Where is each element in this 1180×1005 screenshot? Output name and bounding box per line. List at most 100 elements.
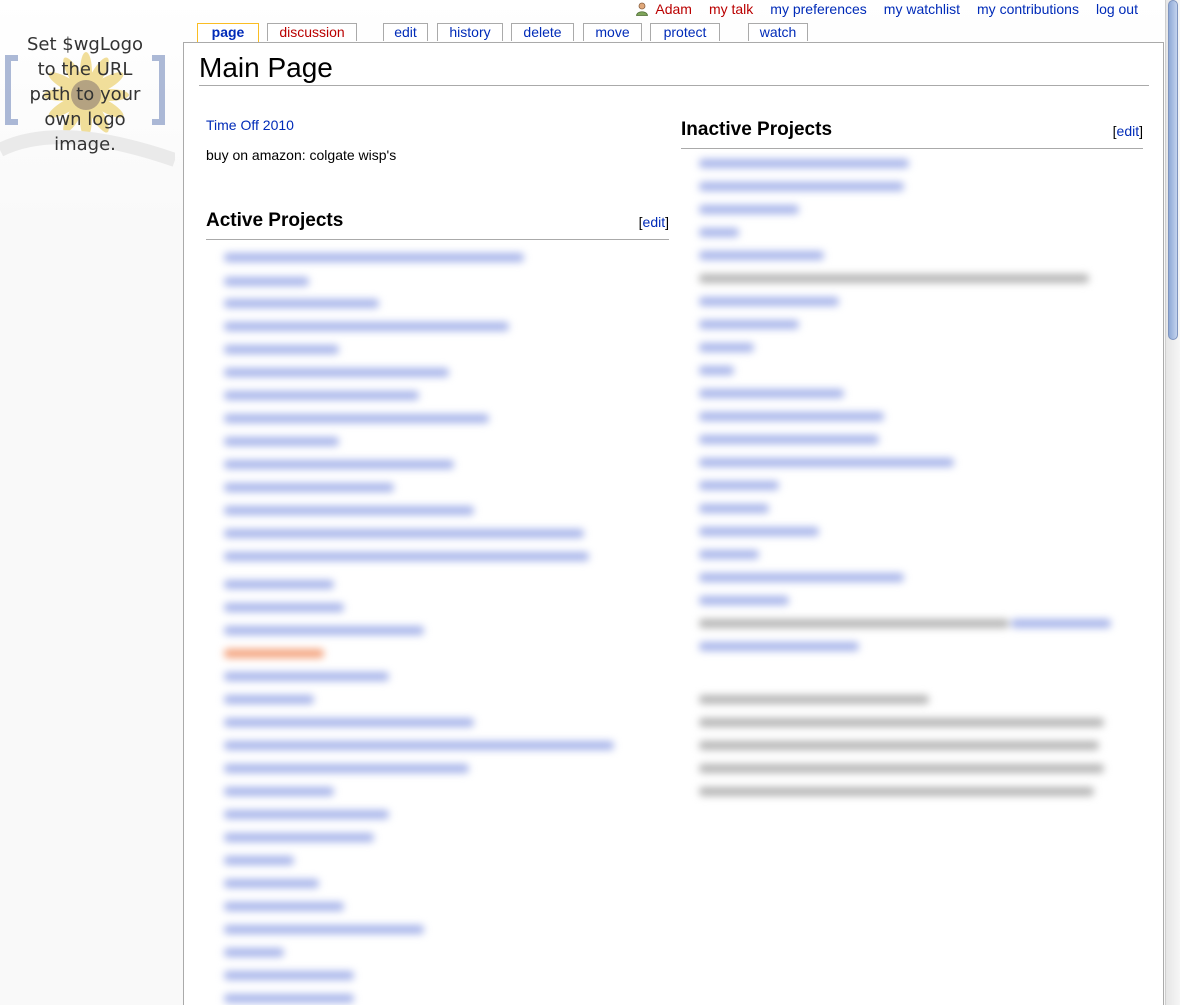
list-item bbox=[224, 833, 374, 842]
list-item bbox=[224, 437, 339, 446]
list-item bbox=[224, 787, 334, 796]
list-item bbox=[224, 649, 324, 658]
inactive-projects-edit-link[interactable]: edit bbox=[1117, 123, 1140, 139]
list-item bbox=[224, 695, 314, 704]
my-contributions-link[interactable]: my contributions bbox=[977, 1, 1079, 17]
list-item bbox=[699, 481, 779, 490]
inactive-projects-heading: Inactive Projects [edit] bbox=[681, 119, 1143, 141]
list-item bbox=[699, 205, 799, 214]
list-item bbox=[699, 787, 1094, 796]
list-item bbox=[699, 458, 954, 467]
inactive-projects-list-blurred bbox=[681, 151, 1143, 811]
list-item bbox=[224, 414, 489, 423]
list-item bbox=[224, 345, 339, 354]
list-item bbox=[224, 368, 449, 377]
tab-protect[interactable]: protect bbox=[650, 23, 720, 41]
page-title: Main Page bbox=[199, 53, 1149, 86]
list-item bbox=[224, 253, 524, 262]
list-item bbox=[699, 389, 844, 398]
list-item bbox=[699, 764, 1104, 773]
list-item bbox=[699, 619, 1009, 628]
list-item bbox=[699, 550, 759, 559]
note-text: buy on amazon: colgate wisp's bbox=[206, 147, 397, 163]
tab-history[interactable]: history bbox=[437, 23, 503, 41]
list-item bbox=[224, 322, 509, 331]
tab-move[interactable]: move bbox=[583, 23, 642, 41]
list-item bbox=[699, 642, 859, 651]
log-out-link[interactable]: log out bbox=[1096, 1, 1138, 17]
personal-tools: Adam my talk my preferences my watchlist… bbox=[635, 0, 1138, 18]
list-item bbox=[224, 902, 344, 911]
active-projects-heading-text: Active Projects bbox=[206, 210, 344, 231]
list-item bbox=[699, 320, 799, 329]
list-item bbox=[224, 764, 469, 773]
list-item bbox=[224, 552, 589, 561]
list-item bbox=[699, 527, 819, 536]
vertical-scrollbar[interactable] bbox=[1165, 0, 1180, 1005]
my-preferences-link[interactable]: my preferences bbox=[770, 1, 866, 17]
list-item bbox=[224, 879, 319, 888]
active-projects-list-blurred bbox=[206, 245, 669, 1005]
list-item bbox=[699, 251, 824, 260]
active-projects-rule bbox=[206, 239, 669, 240]
list-item bbox=[699, 297, 839, 306]
list-item bbox=[699, 274, 1089, 283]
logo-placeholder-text: Set $wgLogo to the URL path to your own … bbox=[26, 34, 144, 155]
tab-discussion[interactable]: discussion bbox=[267, 23, 357, 41]
list-item bbox=[699, 504, 769, 513]
tab-edit[interactable]: edit bbox=[383, 23, 428, 41]
wiki-page: Set $wgLogo to the URL path to your own … bbox=[0, 0, 1180, 1005]
time-off-link[interactable]: Time Off 2010 bbox=[206, 117, 294, 133]
list-item bbox=[224, 529, 584, 538]
list-item bbox=[1011, 619, 1111, 628]
list-item bbox=[699, 228, 739, 237]
inactive-projects-rule bbox=[681, 148, 1143, 149]
list-item bbox=[699, 343, 754, 352]
user-icon bbox=[635, 2, 649, 16]
content-area: Main Page Time Off 2010 buy on amazon: c… bbox=[183, 42, 1164, 1005]
list-item bbox=[699, 366, 734, 375]
active-projects-edit: [edit] bbox=[639, 214, 669, 230]
list-item bbox=[224, 718, 474, 727]
list-item bbox=[224, 299, 379, 308]
list-item bbox=[699, 435, 879, 444]
list-item bbox=[699, 596, 789, 605]
list-item bbox=[224, 672, 389, 681]
inactive-projects-edit: [edit] bbox=[1113, 123, 1143, 139]
edit-bracket-close: ] bbox=[1139, 123, 1143, 139]
tab-watch[interactable]: watch bbox=[748, 23, 808, 41]
list-item bbox=[699, 695, 929, 704]
user-page-link[interactable]: Adam bbox=[655, 1, 692, 17]
list-item bbox=[224, 603, 344, 612]
tab-delete[interactable]: delete bbox=[511, 23, 574, 41]
list-item bbox=[224, 856, 294, 865]
list-item bbox=[699, 718, 1104, 727]
list-item bbox=[699, 182, 904, 191]
list-item bbox=[699, 412, 884, 421]
list-item bbox=[224, 994, 354, 1003]
list-item bbox=[224, 810, 389, 819]
list-item bbox=[224, 925, 424, 934]
tab-page[interactable]: page bbox=[197, 23, 259, 43]
list-item bbox=[699, 159, 909, 168]
site-logo[interactable]: Set $wgLogo to the URL path to your own … bbox=[0, 0, 175, 175]
my-talk-link[interactable]: my talk bbox=[709, 1, 753, 17]
list-item bbox=[224, 626, 424, 635]
list-item bbox=[224, 277, 309, 286]
my-watchlist-link[interactable]: my watchlist bbox=[884, 1, 960, 17]
list-item bbox=[224, 971, 354, 980]
list-item bbox=[224, 506, 474, 515]
edit-bracket-close: ] bbox=[665, 214, 669, 230]
scrollbar-thumb[interactable] bbox=[1168, 0, 1178, 340]
list-item bbox=[224, 483, 394, 492]
active-projects-heading: Active Projects [edit] bbox=[206, 210, 669, 232]
active-projects-edit-link[interactable]: edit bbox=[643, 214, 666, 230]
list-item bbox=[224, 948, 284, 957]
list-item bbox=[224, 741, 614, 750]
list-item bbox=[699, 741, 1099, 750]
list-item bbox=[224, 391, 419, 400]
list-item bbox=[224, 580, 334, 589]
list-item bbox=[224, 460, 454, 469]
list-item bbox=[699, 573, 904, 582]
inactive-projects-heading-text: Inactive Projects bbox=[681, 119, 833, 140]
